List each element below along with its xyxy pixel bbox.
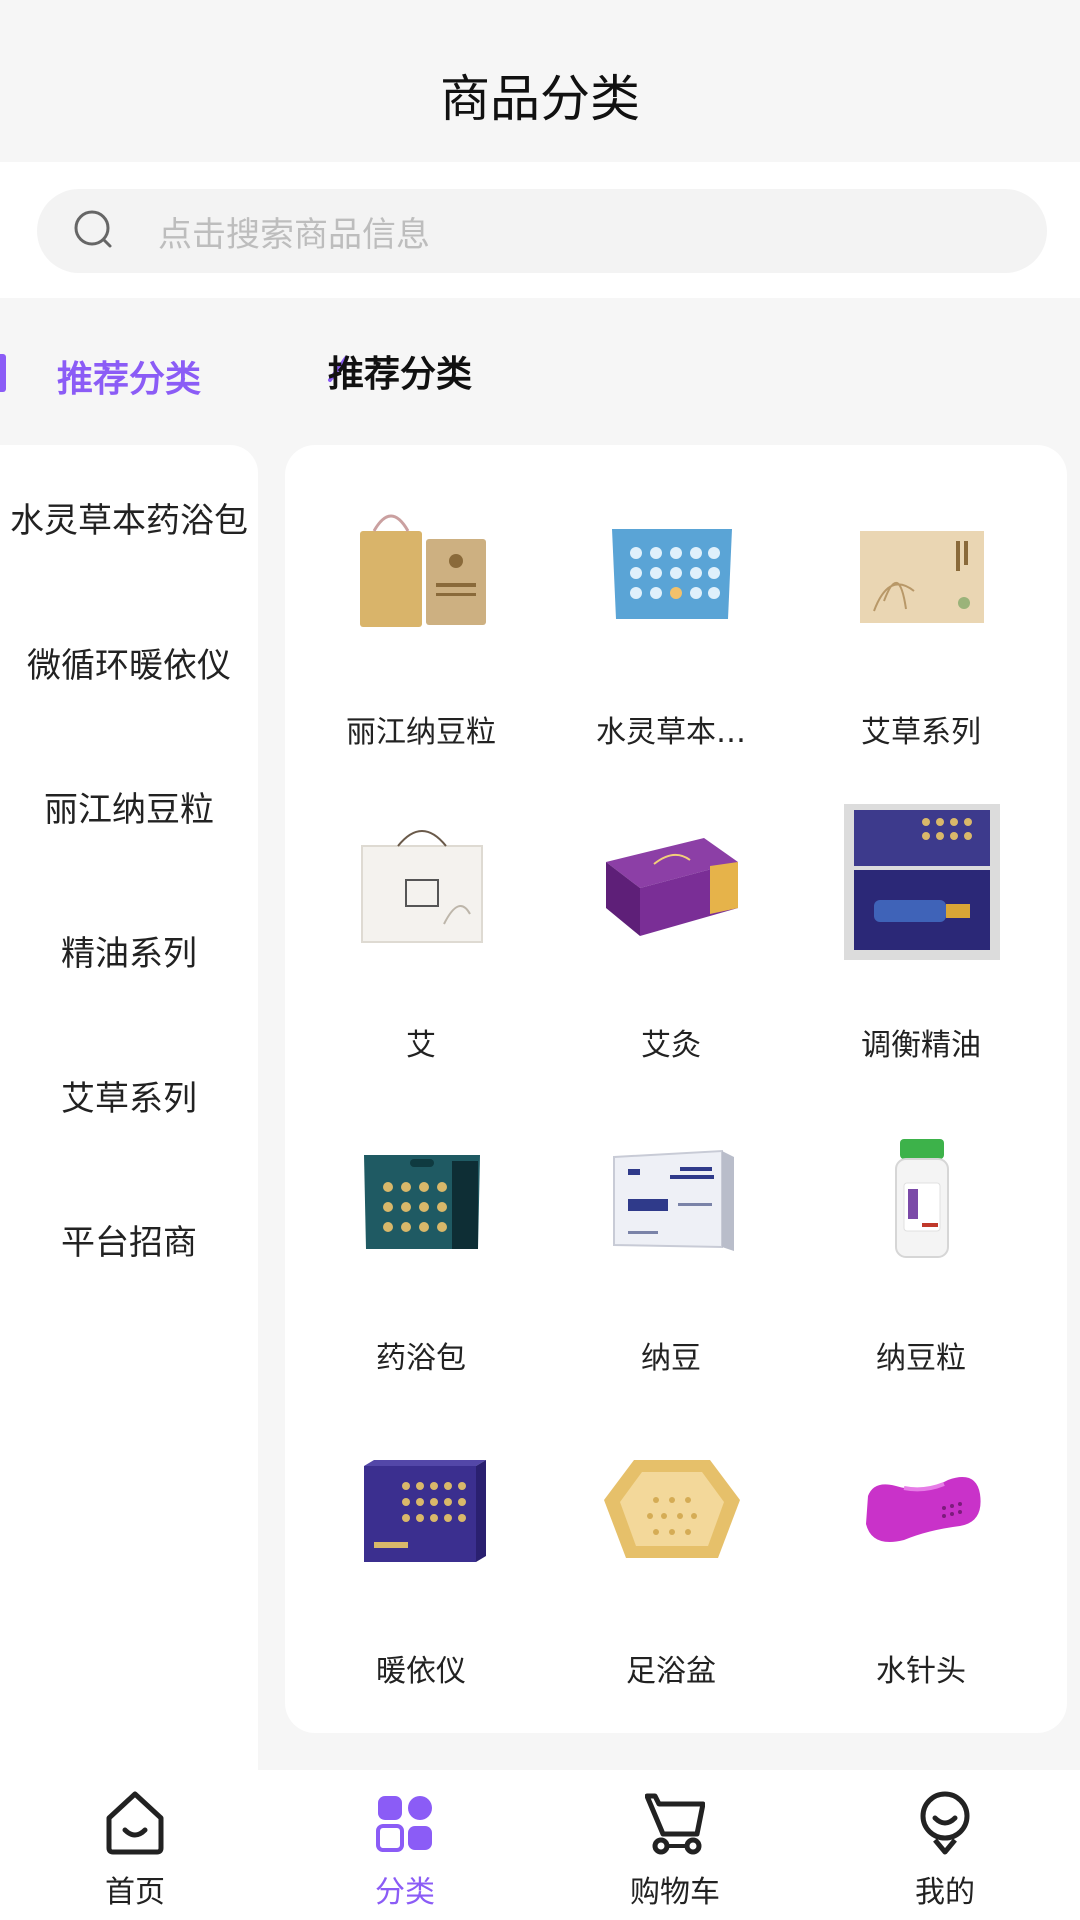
sidebar-item-merchants[interactable]: 平台招商 bbox=[0, 1167, 258, 1311]
sidebar-item-label: 平台招商 bbox=[61, 1222, 197, 1263]
blue-pouch-image bbox=[594, 491, 750, 647]
beige-box-image bbox=[844, 491, 1000, 647]
teal-pouch-image bbox=[344, 1117, 500, 1273]
tab-category[interactable]: 分类 bbox=[270, 1770, 540, 1920]
sidebar-item-label: 微循环暖依仪 bbox=[27, 645, 231, 686]
sidebar-item-herbal-bath[interactable]: 水灵草本药浴包 bbox=[0, 445, 258, 589]
sidebar-item-label: 水灵草本药浴包 bbox=[10, 500, 248, 541]
product-name: 水针头 bbox=[876, 1654, 966, 1689]
sidebar-item-essential-oil[interactable]: 精油系列 bbox=[0, 878, 258, 1022]
product-name: 水灵草本… bbox=[596, 715, 746, 750]
sidebar-item-warming-device[interactable]: 微循环暖依仪 bbox=[0, 590, 258, 734]
tab-label: 分类 bbox=[375, 1875, 435, 1910]
product-item[interactable]: 暖依仪 bbox=[296, 1394, 546, 1707]
product-name: 艾灸 bbox=[641, 1028, 701, 1063]
sidebar-item-recommended[interactable]: 推荐分类 bbox=[0, 335, 258, 410]
sidebar-item-label: 丽江纳豆粒 bbox=[44, 789, 214, 830]
bottom-tab-bar: 首页 分类 购物车 我的 bbox=[0, 1770, 1080, 1920]
gift-bag-box-image bbox=[344, 491, 500, 647]
product-name: 艾草系列 bbox=[861, 715, 981, 750]
search-section: 点击搜索商品信息 bbox=[0, 162, 1080, 298]
section-heading: 推荐分类 bbox=[328, 346, 472, 396]
page-title: 商品分类 bbox=[440, 70, 640, 128]
product-item[interactable]: 水灵草本… bbox=[546, 455, 796, 768]
product-item[interactable]: 纳豆 bbox=[546, 1081, 796, 1394]
sidebar-item-label: 精油系列 bbox=[61, 933, 197, 974]
cart-icon bbox=[645, 1793, 705, 1855]
section-title: 推荐分类 bbox=[328, 354, 473, 395]
product-item[interactable]: 纳豆粒 bbox=[796, 1081, 1046, 1394]
foot-basin-image bbox=[594, 1430, 750, 1586]
sidebar-item-label: 艾草系列 bbox=[61, 1078, 197, 1119]
home-icon bbox=[106, 1791, 164, 1855]
navy-box-image bbox=[344, 1430, 500, 1586]
white-gift-bag-image bbox=[344, 804, 500, 960]
product-item[interactable]: 药浴包 bbox=[296, 1081, 546, 1394]
tab-home[interactable]: 首页 bbox=[0, 1770, 270, 1920]
product-name: 药浴包 bbox=[376, 1341, 466, 1376]
search-placeholder: 点击搜索商品信息 bbox=[158, 214, 430, 255]
category-sidebar: 水灵草本药浴包 微循环暖依仪 丽江纳豆粒 精油系列 艾草系列 平台招商 bbox=[0, 445, 258, 1770]
product-name: 丽江纳豆粒 bbox=[346, 715, 496, 750]
product-name: 艾 bbox=[406, 1028, 436, 1063]
product-item[interactable]: 水针头 bbox=[796, 1394, 1046, 1707]
top-bar: 商品分类 bbox=[0, 0, 1080, 162]
supplement-bottle-image bbox=[844, 1117, 1000, 1273]
product-item[interactable]: 调衡精油 bbox=[796, 768, 1046, 1081]
product-item[interactable]: 足浴盆 bbox=[546, 1394, 796, 1707]
category-icon bbox=[376, 1796, 432, 1852]
tab-label: 我的 bbox=[915, 1875, 975, 1910]
search-icon bbox=[72, 208, 118, 254]
sidebar-item-natto[interactable]: 丽江纳豆粒 bbox=[0, 734, 258, 878]
sidebar-active-label: 推荐分类 bbox=[57, 359, 202, 400]
product-item[interactable]: 艾 bbox=[296, 768, 546, 1081]
purple-box-image bbox=[594, 804, 750, 960]
profile-icon bbox=[920, 1791, 970, 1855]
search-input[interactable]: 点击搜索商品信息 bbox=[37, 189, 1047, 273]
product-name: 暖依仪 bbox=[376, 1654, 466, 1689]
product-item[interactable]: 丽江纳豆粒 bbox=[296, 455, 546, 768]
tab-label: 购物车 bbox=[630, 1875, 720, 1910]
product-name: 足浴盆 bbox=[626, 1654, 716, 1689]
pink-device-image bbox=[844, 1430, 1000, 1586]
product-item[interactable]: 艾灸 bbox=[546, 768, 796, 1081]
tab-cart[interactable]: 购物车 bbox=[540, 1770, 810, 1920]
product-name: 调衡精油 bbox=[861, 1028, 981, 1063]
product-item[interactable]: 艾草系列 bbox=[796, 455, 1046, 768]
product-grid: 丽江纳豆粒 水灵草本… 艾草系列 艾 艾灸 调衡精油 药浴包 纳豆 纳豆粒 暖依… bbox=[285, 445, 1067, 1733]
sidebar-item-mugwort[interactable]: 艾草系列 bbox=[0, 1023, 258, 1167]
active-indicator bbox=[0, 354, 6, 392]
product-name: 纳豆粒 bbox=[876, 1341, 966, 1376]
oil-bottle-case-image bbox=[844, 804, 1000, 960]
tab-profile[interactable]: 我的 bbox=[810, 1770, 1080, 1920]
product-name: 纳豆 bbox=[641, 1341, 701, 1376]
tab-label: 首页 bbox=[105, 1875, 165, 1910]
silver-box-image bbox=[594, 1117, 750, 1273]
